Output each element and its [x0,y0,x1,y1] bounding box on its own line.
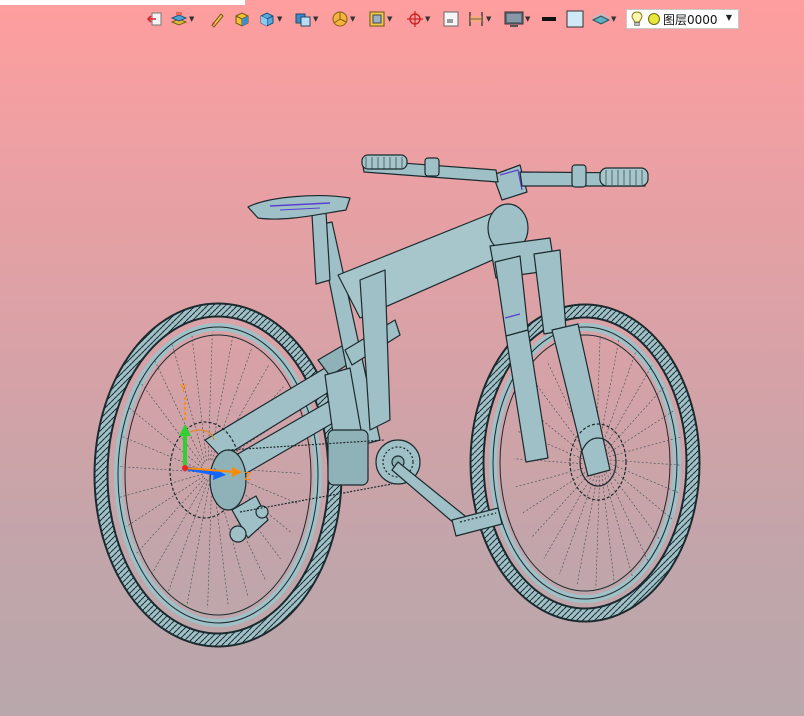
spoke [521,467,592,514]
spoke [559,471,597,575]
spoke [595,471,601,588]
fill-color-swatch [566,10,584,28]
section-button[interactable]: ▼ [331,10,355,28]
chevron-down-icon: ▼ [425,14,431,23]
window-button[interactable] [442,10,460,28]
chevron-down-icon: ▼ [725,13,732,22]
chevron-down-icon: ▼ [350,14,356,23]
viewport-3d[interactable]: Y Z [0,34,804,716]
layer-color-dot [648,13,660,25]
chevron-down-icon: ▼ [277,14,283,23]
spoke [515,466,591,488]
frame [169,154,649,543]
spoke [604,466,663,544]
axis-z-label: Z [244,470,252,483]
display-mode-icon [504,11,524,27]
layer-stack-icon [170,12,188,26]
pie-section-icon [332,11,348,27]
window-icon [443,11,459,27]
spoke [605,459,682,466]
spoke [543,470,595,559]
spoke [171,344,206,463]
axis-y-label: Y [179,382,187,395]
chevron-down-icon: ▼ [486,14,492,23]
spoke [125,475,204,527]
dimension-button[interactable]: ▼ [467,10,491,28]
frame-icon [369,11,385,27]
layer-label: 图层0000 [663,12,718,27]
exit-view-button[interactable] [146,10,164,28]
chevron-down-icon: ▼ [525,14,531,23]
line-color-swatch [542,17,556,21]
snap-target-icon [407,11,423,27]
spoke [154,359,205,464]
cube-blue-icon [260,12,274,27]
spoke [601,470,615,586]
dimension-icon [469,12,483,26]
layer-select[interactable]: 图层0000 ▼ [626,9,739,29]
fill-color-button[interactable] [566,10,584,28]
sketch-button[interactable] [209,10,225,28]
spoke [120,435,203,471]
pen-icon [211,13,224,28]
line-color-button[interactable] [540,10,558,28]
display-mode-button[interactable]: ▼ [504,10,530,28]
shading-button[interactable]: ▼ [294,10,318,28]
box-solid-icon [235,12,249,27]
spoke [139,381,204,466]
chevron-down-icon: ▼ [611,14,617,23]
spoke [576,471,599,585]
solid-box-button[interactable] [233,10,251,28]
toolbar: ▼ ▼ ▼ ▼ ▼ ▼ ▼ ▼ ▼ 图层0000 ▼ [0,0,804,34]
spoke [599,349,637,453]
snap-button[interactable]: ▼ [406,10,430,28]
chevron-down-icon: ▼ [189,14,195,23]
lightbulb-icon [631,11,643,26]
exit-view-icon [146,12,162,26]
layer-stack-button[interactable]: ▼ [170,10,194,28]
title-strip [0,0,245,5]
spoke [186,479,211,604]
spoke [150,478,207,576]
chevron-down-icon: ▼ [387,14,393,23]
surface-layer-button[interactable]: ▼ [592,10,616,28]
cube-button[interactable]: ▼ [258,10,282,28]
surface-layer-icon [592,13,610,25]
shaded-cube-icon [295,13,311,27]
spoke [601,365,653,454]
frame-button[interactable]: ▼ [368,10,392,28]
spoke [207,479,213,608]
bicycle-model[interactable]: Y Z [0,34,804,716]
chevron-down-icon: ▼ [313,14,319,23]
